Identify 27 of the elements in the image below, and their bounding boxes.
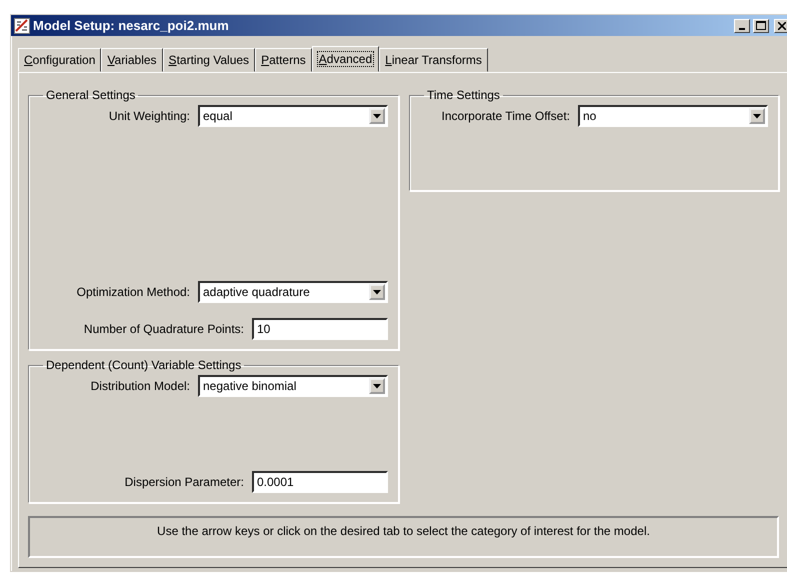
- tab[interactable]: Linear Transforms: [379, 48, 488, 72]
- app-icon: [14, 18, 30, 34]
- dropdown[interactable]: no: [578, 105, 768, 127]
- tab[interactable]: Variables: [101, 48, 163, 72]
- input-field[interactable]: 0.0001: [252, 471, 388, 493]
- dropdown[interactable]: negative binomial: [198, 375, 388, 397]
- field-label: Optimization Method:: [76, 285, 190, 299]
- dropdown[interactable]: equal: [198, 105, 388, 127]
- tab[interactable]: Starting Values: [162, 48, 256, 72]
- dropdown[interactable]: adaptive quadrature: [198, 281, 388, 303]
- maximize-icon[interactable]: [753, 18, 769, 32]
- tab[interactable]: Configuration: [18, 48, 102, 72]
- field-label: Unit Weighting:: [108, 109, 190, 123]
- group-title: General Settings: [45, 88, 136, 102]
- tab[interactable]: Patterns: [255, 48, 312, 72]
- group-title: Time Settings: [426, 88, 501, 102]
- tab[interactable]: Advanced: [312, 46, 380, 72]
- window-title: Model Setup: nesarc_poi2.mum: [33, 18, 230, 33]
- status-message: Use the arrow keys or click on the desired tab to select the category of interest for the model.: [28, 516, 779, 558]
- input-field[interactable]: 10: [252, 318, 388, 340]
- group-title: Dependent (Count) Variable Settings: [45, 358, 242, 372]
- field-label: Distribution Model:: [90, 379, 190, 393]
- minimize-icon[interactable]: [734, 18, 750, 32]
- field-label: Dispersion Parameter:: [124, 475, 244, 489]
- close-icon[interactable]: [774, 18, 787, 32]
- field-label: Number of Quadrature Points:: [84, 322, 244, 336]
- field-label: Incorporate Time Offset:: [441, 109, 570, 123]
